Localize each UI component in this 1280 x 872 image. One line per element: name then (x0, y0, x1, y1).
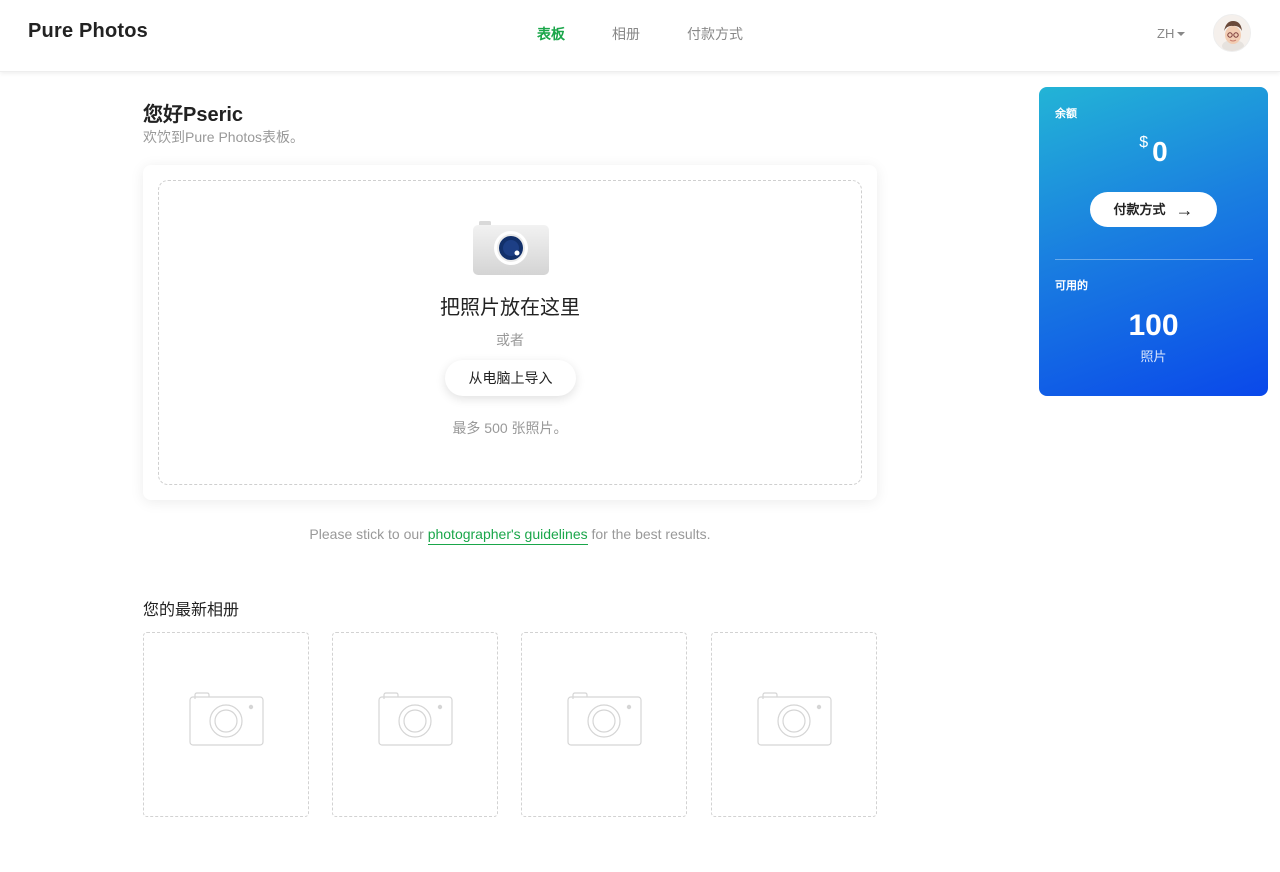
album-placeholder[interactable] (143, 632, 309, 817)
language-label: ZH (1157, 26, 1175, 41)
guidelines-link[interactable]: photographer's guidelines (427, 526, 588, 545)
top-header: Pure Photos 表板 相册 付款方式 ZH (0, 0, 1280, 72)
dropzone-or-text: 或者 (496, 332, 524, 348)
balance-label: 余额 (1055, 108, 1077, 120)
balance-card: 余额 $0 付款方式 → 可用的 100 照片 (1039, 87, 1268, 396)
camera-outline-icon (189, 692, 264, 746)
guidelines-suffix: for the best results. (587, 526, 711, 542)
user-avatar-icon (1214, 15, 1250, 51)
camera-outline-icon (567, 692, 642, 746)
camera-icon (473, 221, 549, 275)
balance-amount: $0 (1039, 134, 1268, 168)
max-photos-note: 最多 500 张照片。 (452, 420, 568, 436)
available-label: 可用的 (1055, 280, 1088, 292)
payment-button-label: 付款方式 (1113, 201, 1166, 217)
nav-item-payment[interactable]: 付款方式 (687, 24, 743, 44)
dropzone-title: 把照片放在这里 (440, 297, 580, 319)
language-selector[interactable]: ZH (1157, 26, 1186, 41)
available-unit: 照片 (1140, 349, 1167, 364)
album-placeholder[interactable] (711, 632, 877, 817)
latest-albums-title: 您的最新相册 (143, 602, 240, 619)
guidelines-prefix: Please stick to our (309, 526, 428, 542)
page-title: 您好Pseric (143, 104, 244, 126)
arrow-right-icon: → (1175, 199, 1194, 220)
nav-item-dashboard[interactable]: 表板 (537, 24, 565, 44)
caret-down-icon (1177, 32, 1186, 36)
main-nav: 表板 相册 付款方式 (0, 24, 1280, 44)
divider (1055, 259, 1253, 260)
album-placeholder[interactable] (521, 632, 687, 817)
photo-dropzone[interactable]: 把照片放在这里 或者 从电脑上导入 最多 500 张照片。 (158, 180, 862, 485)
import-from-computer-button[interactable]: 从电脑上导入 (445, 360, 576, 396)
available-count: 100 (1128, 309, 1179, 342)
balance-value: 0 (1152, 136, 1168, 167)
payment-method-button[interactable]: 付款方式 → (1090, 192, 1217, 227)
camera-outline-icon (378, 692, 453, 746)
camera-outline-icon (757, 692, 832, 746)
avatar[interactable] (1213, 14, 1251, 52)
album-placeholder[interactable] (332, 632, 498, 817)
nav-item-albums[interactable]: 相册 (612, 24, 640, 44)
currency-symbol: $ (1139, 134, 1149, 151)
guidelines-note: Please stick to our photographer's guide… (143, 526, 877, 545)
page-subtitle: 欢饮到Pure Photos表板。 (143, 129, 305, 145)
upload-card: 把照片放在这里 或者 从电脑上导入 最多 500 张照片。 (143, 165, 877, 500)
